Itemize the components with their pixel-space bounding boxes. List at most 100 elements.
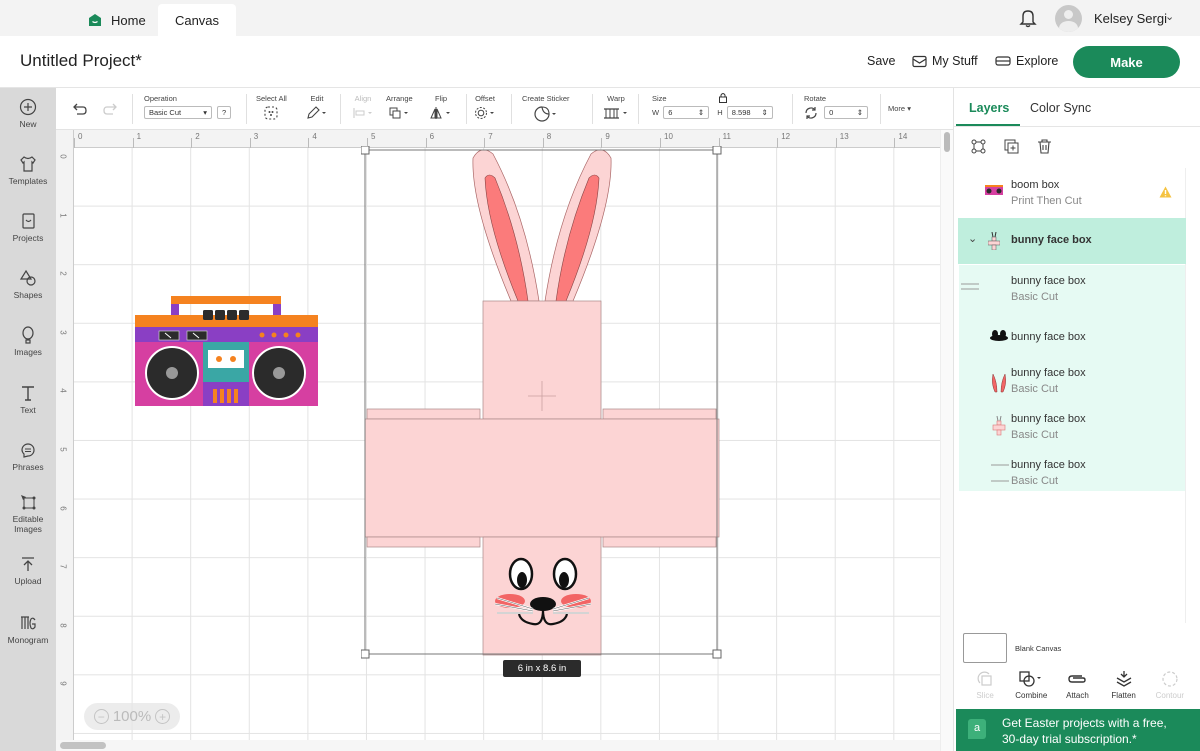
tab-layers[interactable]: Layers bbox=[969, 101, 1009, 115]
stepper-icon[interactable]: ⇕ bbox=[857, 107, 863, 118]
trash-icon[interactable] bbox=[1036, 138, 1053, 155]
offset-button[interactable]: Offset bbox=[474, 94, 496, 122]
flip-icon bbox=[430, 107, 450, 119]
avatar[interactable] bbox=[1055, 5, 1082, 32]
attach-button[interactable]: Attach bbox=[1057, 670, 1097, 708]
zoom-in-icon[interactable]: + bbox=[155, 709, 171, 724]
sidebar-item-projects[interactable]: Projects bbox=[0, 212, 56, 243]
layer-item[interactable]: › bunny face box bbox=[958, 316, 1186, 360]
horizontal-scrollbar[interactable] bbox=[56, 740, 940, 751]
ruler-tick bbox=[835, 138, 837, 148]
operation-select[interactable]: Basic Cut ▾ bbox=[144, 106, 212, 119]
ruler-tick-label: 8 bbox=[546, 132, 552, 141]
width-input[interactable]: 6 ⇕ bbox=[663, 106, 710, 119]
duplicate-icon[interactable] bbox=[1003, 138, 1020, 155]
sidebar-item-editable-images[interactable]: Editable Images bbox=[0, 493, 56, 534]
chevron-down-icon[interactable]: ⌄ bbox=[1165, 10, 1174, 23]
sidebar-item-text[interactable]: Text bbox=[0, 384, 56, 415]
layer-item[interactable]: bunny face box Basic Cut bbox=[958, 360, 1186, 406]
tab-home[interactable]: Home bbox=[88, 4, 146, 36]
resize-handle[interactable] bbox=[361, 649, 370, 659]
sidebar-item-templates[interactable]: Templates bbox=[0, 155, 56, 186]
home-icon bbox=[89, 14, 101, 26]
stepper-icon[interactable]: ⇕ bbox=[698, 107, 704, 118]
bunny-face-box-image[interactable] bbox=[361, 146, 723, 660]
ruler-tick-label: 12 bbox=[781, 132, 791, 141]
warp-icon bbox=[604, 108, 627, 119]
tab-home-label: Home bbox=[111, 12, 146, 28]
layer-name: boom box bbox=[1011, 179, 1060, 191]
operation-group: Operation Basic Cut ▾ ? bbox=[144, 94, 232, 119]
sidebar-item-shapes[interactable]: Shapes bbox=[0, 269, 56, 300]
make-button[interactable]: Make bbox=[1073, 46, 1180, 78]
group-icon[interactable] bbox=[970, 138, 987, 155]
more-button[interactable]: More ▾ bbox=[888, 104, 911, 113]
stepper-icon[interactable]: ⇕ bbox=[762, 107, 768, 118]
zoom-out-icon[interactable]: − bbox=[93, 709, 109, 724]
tab-color-sync[interactable]: Color Sync bbox=[1030, 101, 1091, 115]
promo-line-2: 30-day trial subscription.* bbox=[1002, 732, 1137, 746]
sidebar-item-images[interactable]: Images bbox=[0, 326, 56, 357]
sidebar-label: Projects bbox=[12, 233, 44, 243]
combine-button[interactable]: Combine bbox=[1011, 670, 1051, 708]
select-all-label: Select All bbox=[256, 94, 287, 103]
promo-banner[interactable]: a Get Easter projects with a free, 30-da… bbox=[956, 709, 1200, 751]
ears-thumbnail-icon bbox=[992, 373, 1006, 393]
save-button[interactable]: Save bbox=[867, 54, 896, 68]
sidebar-label: Templates bbox=[8, 176, 48, 186]
sidebar-item-upload[interactable]: Upload bbox=[0, 555, 56, 586]
layer-group-bunny-face-box[interactable]: ⌄ bunny face box bbox=[958, 218, 1186, 264]
sidebar-item-monogram[interactable]: Monogram bbox=[0, 614, 56, 645]
redo-icon[interactable] bbox=[102, 102, 118, 116]
create-sticker-button[interactable]: Create Sticker bbox=[522, 94, 570, 124]
sidebar-label-2: Images bbox=[14, 524, 42, 534]
operation-help-button[interactable]: ? bbox=[217, 106, 232, 119]
chevron-down-icon[interactable]: ⌄ bbox=[968, 232, 977, 245]
boom-box-image[interactable] bbox=[135, 296, 318, 406]
box-middle-panel bbox=[364, 418, 720, 538]
vertical-scroll-thumb[interactable] bbox=[944, 132, 950, 152]
undo-icon[interactable] bbox=[72, 102, 88, 116]
my-stuff-button[interactable]: My Stuff bbox=[912, 54, 978, 68]
resize-handle[interactable] bbox=[712, 146, 722, 155]
ruler-tick-label: 13 bbox=[839, 132, 849, 141]
blank-canvas-swatch[interactable] bbox=[963, 633, 1007, 663]
tab-canvas[interactable]: Canvas bbox=[158, 4, 236, 36]
sidebar-item-new[interactable]: New bbox=[0, 98, 56, 129]
arrange-button[interactable]: Arrange bbox=[386, 94, 413, 122]
user-name[interactable]: Kelsey Sergi bbox=[1094, 11, 1167, 26]
resize-handle[interactable] bbox=[361, 146, 370, 155]
edit-button[interactable]: Edit bbox=[306, 94, 328, 122]
layer-item-boom-box[interactable]: boom box Print Then Cut bbox=[958, 172, 1186, 212]
resize-handle[interactable] bbox=[712, 649, 722, 659]
explore-button[interactable]: Explore bbox=[995, 54, 1058, 68]
flip-button[interactable]: Flip bbox=[430, 94, 452, 122]
ruler-tick-label: 10 bbox=[664, 132, 673, 141]
layer-item[interactable]: bunny face box Basic Cut bbox=[958, 268, 1186, 312]
warning-icon[interactable] bbox=[1159, 186, 1172, 198]
design-canvas[interactable]: 0 1 2 3 4 5 6 7 8 9 10 11 12 13 14 0123456789 bbox=[56, 130, 940, 740]
lock-icon[interactable] bbox=[718, 92, 728, 103]
warp-button[interactable]: Warp bbox=[602, 94, 630, 122]
rotate-icon[interactable] bbox=[804, 106, 818, 120]
paperclip-icon bbox=[1068, 675, 1087, 683]
dropdown-arrow-icon: ▾ bbox=[203, 108, 207, 117]
contour-button[interactable]: Contour bbox=[1150, 670, 1190, 708]
sidebar-item-phrases[interactable]: Phrases bbox=[0, 441, 56, 472]
rotate-input[interactable]: 0 ⇕ bbox=[824, 106, 869, 119]
bell-icon[interactable] bbox=[1019, 8, 1037, 28]
ruler-tick-label: 9 bbox=[58, 681, 68, 687]
layer-item[interactable]: bunny face box Basic Cut bbox=[958, 452, 1186, 498]
layer-item[interactable]: bunny face box Basic Cut bbox=[958, 406, 1186, 452]
horizontal-scroll-thumb[interactable] bbox=[60, 742, 106, 749]
ruler-tick-label: 5 bbox=[371, 132, 376, 141]
zoom-control: − 100% + bbox=[84, 703, 180, 730]
vertical-scrollbar[interactable] bbox=[940, 130, 953, 751]
access-icon: a bbox=[968, 719, 986, 739]
arrange-icon bbox=[389, 107, 409, 119]
select-all-button[interactable]: Select All bbox=[256, 94, 287, 122]
slice-button[interactable]: Slice bbox=[965, 670, 1005, 708]
flatten-button[interactable]: Flatten bbox=[1104, 670, 1144, 708]
align-button[interactable]: Align bbox=[352, 94, 374, 122]
height-input[interactable]: 8.598 ⇕ bbox=[726, 106, 773, 119]
